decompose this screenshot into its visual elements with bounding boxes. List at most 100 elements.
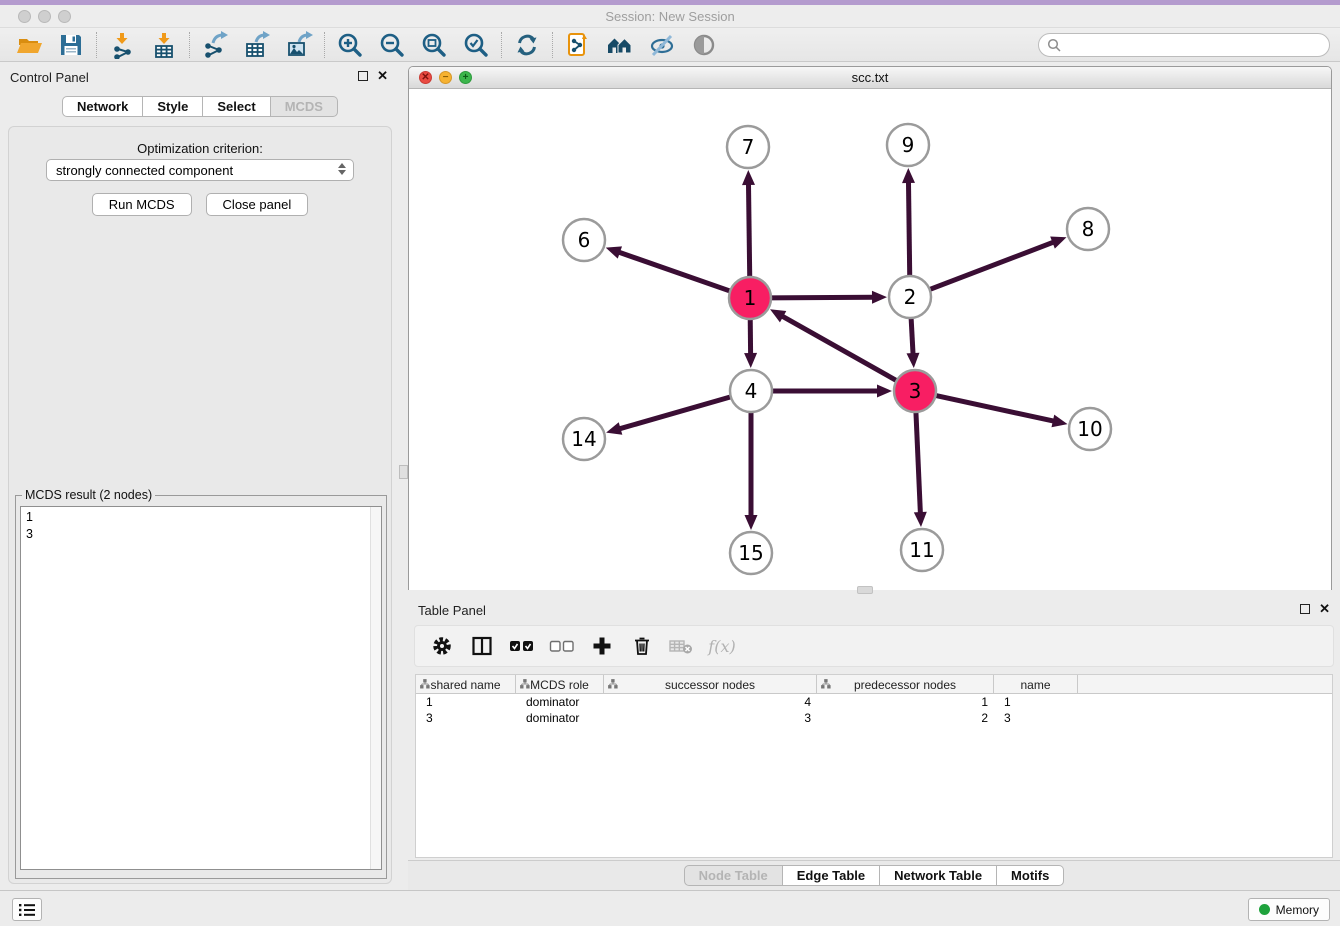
tab-motifs[interactable]: Motifs (997, 865, 1064, 886)
function-builder-icon[interactable]: f(x) (709, 633, 735, 659)
column-label: MCDS role (530, 678, 589, 692)
export-network-icon[interactable] (194, 30, 236, 60)
edge-3-11[interactable] (916, 409, 921, 514)
vertical-splitter-grip[interactable] (399, 465, 408, 479)
table-options-icon[interactable] (429, 633, 455, 659)
zoom-selected-glyph (462, 31, 490, 59)
search-input[interactable] (1066, 38, 1321, 52)
select-stepper-icon (338, 163, 346, 175)
table-row[interactable]: 3dominator323 (416, 710, 1332, 726)
edge-arrowhead (877, 385, 892, 398)
edge-arrowhead (606, 422, 622, 434)
node-label-8: 8 (1082, 217, 1095, 241)
edge-4-14[interactable] (619, 396, 734, 429)
node-label-11: 11 (909, 538, 934, 562)
mcds-tab-content: Optimization criterion: strongly connect… (8, 126, 392, 884)
import-network-glyph (108, 31, 136, 59)
save-session-icon[interactable] (50, 30, 92, 60)
edge-2-8[interactable] (927, 242, 1055, 291)
tab-network-table[interactable]: Network Table (880, 865, 997, 886)
import-network-icon[interactable] (101, 30, 143, 60)
network-titlebar[interactable]: ✕ − + scc.txt (409, 67, 1331, 89)
network-graph[interactable]: 1234678910111415 (409, 89, 1331, 590)
export-table-icon[interactable] (236, 30, 278, 60)
float-panel-icon[interactable] (358, 71, 368, 81)
zoom-out-icon[interactable] (371, 30, 413, 60)
close-panel-button[interactable]: Close panel (206, 193, 309, 216)
tab-style[interactable]: Style (143, 96, 203, 117)
toolbar-separator (552, 32, 553, 58)
table-cell: 1 (994, 694, 1078, 710)
edge-2-9[interactable] (908, 181, 909, 279)
zoom-fit-icon[interactable] (413, 30, 455, 60)
zoom-in-icon[interactable] (329, 30, 371, 60)
result-scrollbar[interactable] (370, 507, 381, 869)
import-table-icon[interactable] (143, 30, 185, 60)
floppy-icon (57, 31, 85, 59)
control-panel-tabs: NetworkStyleSelectMCDS (0, 96, 400, 117)
memory-button[interactable]: Memory (1248, 898, 1330, 921)
tab-edge-table[interactable]: Edge Table (783, 865, 880, 886)
column-header-predecessor-nodes[interactable]: predecessor nodes (817, 675, 994, 694)
hide-selected-icon[interactable] (641, 30, 683, 60)
duplicate-network-icon[interactable] (557, 30, 599, 60)
refresh-glyph (513, 31, 541, 59)
criterion-select[interactable]: strongly connected component (46, 159, 354, 181)
table-cell: 3 (416, 710, 516, 726)
export-network-glyph (201, 31, 229, 59)
memory-label: Memory (1276, 903, 1319, 917)
horizontal-splitter-grip[interactable] (857, 586, 873, 594)
node-label-10: 10 (1077, 417, 1102, 441)
status-bar: Memory (0, 890, 1340, 926)
column-header-MCDS-role[interactable]: MCDS role (516, 675, 604, 694)
table-panel-header: Table Panel ✕ (408, 595, 1340, 623)
edge-1-6[interactable] (618, 252, 733, 292)
checked-boxes-glyph (509, 635, 535, 657)
edge-2-3[interactable] (911, 315, 913, 355)
eye-slash-glyph (648, 31, 676, 59)
table-row[interactable]: 1dominator411 (416, 694, 1332, 710)
unselect-all-columns-icon[interactable] (549, 633, 575, 659)
close-panel-icon[interactable]: ✕ (377, 69, 388, 82)
run-mcds-button[interactable]: Run MCDS (92, 193, 192, 216)
table-cell: 2 (817, 710, 994, 726)
column-header-successor-nodes[interactable]: successor nodes (604, 675, 817, 694)
node-table-body: 1dominator4113dominator323 (416, 694, 1332, 726)
column-header-name[interactable]: name (994, 675, 1078, 694)
node-label-3: 3 (909, 379, 922, 403)
mcds-result-area[interactable]: 1 3 (20, 506, 382, 870)
edge-1-2[interactable] (768, 297, 874, 298)
select-all-columns-icon[interactable] (509, 633, 535, 659)
tab-mcds[interactable]: MCDS (271, 96, 338, 117)
table-float-icon[interactable] (1300, 604, 1310, 614)
apply-layout-icon[interactable] (506, 30, 548, 60)
node-label-2: 2 (904, 285, 917, 309)
node-label-4: 4 (745, 379, 758, 403)
export-image-icon[interactable] (278, 30, 320, 60)
tab-node-table[interactable]: Node Table (684, 865, 783, 886)
first-neighbors-icon[interactable] (599, 30, 641, 60)
edge-3-10[interactable] (933, 395, 1055, 422)
edge-arrowhead (606, 246, 622, 258)
zoom-out-glyph (378, 31, 406, 59)
add-column-icon[interactable] (589, 633, 615, 659)
zoom-selected-icon[interactable] (455, 30, 497, 60)
edge-3-1[interactable] (781, 316, 899, 382)
delete-columns-icon[interactable] (629, 633, 655, 659)
tab-select[interactable]: Select (203, 96, 270, 117)
zoom-fit-glyph (420, 31, 448, 59)
houses-glyph (606, 31, 634, 59)
show-graphics-details-icon[interactable] (683, 30, 725, 60)
task-history-button[interactable] (12, 898, 42, 921)
open-file-icon[interactable] (8, 30, 50, 60)
tab-network[interactable]: Network (62, 96, 143, 117)
column-header-shared-name[interactable]: shared name (416, 675, 516, 694)
edge-1-7[interactable] (748, 183, 749, 280)
fx-label: f(x) (708, 637, 735, 656)
table-cell: dominator (516, 694, 604, 710)
toolbar-separator (189, 32, 190, 58)
delete-table-icon[interactable] (669, 633, 695, 659)
table-cell: 1 (416, 694, 516, 710)
table-close-icon[interactable]: ✕ (1319, 602, 1330, 615)
show-columns-icon[interactable] (469, 633, 495, 659)
